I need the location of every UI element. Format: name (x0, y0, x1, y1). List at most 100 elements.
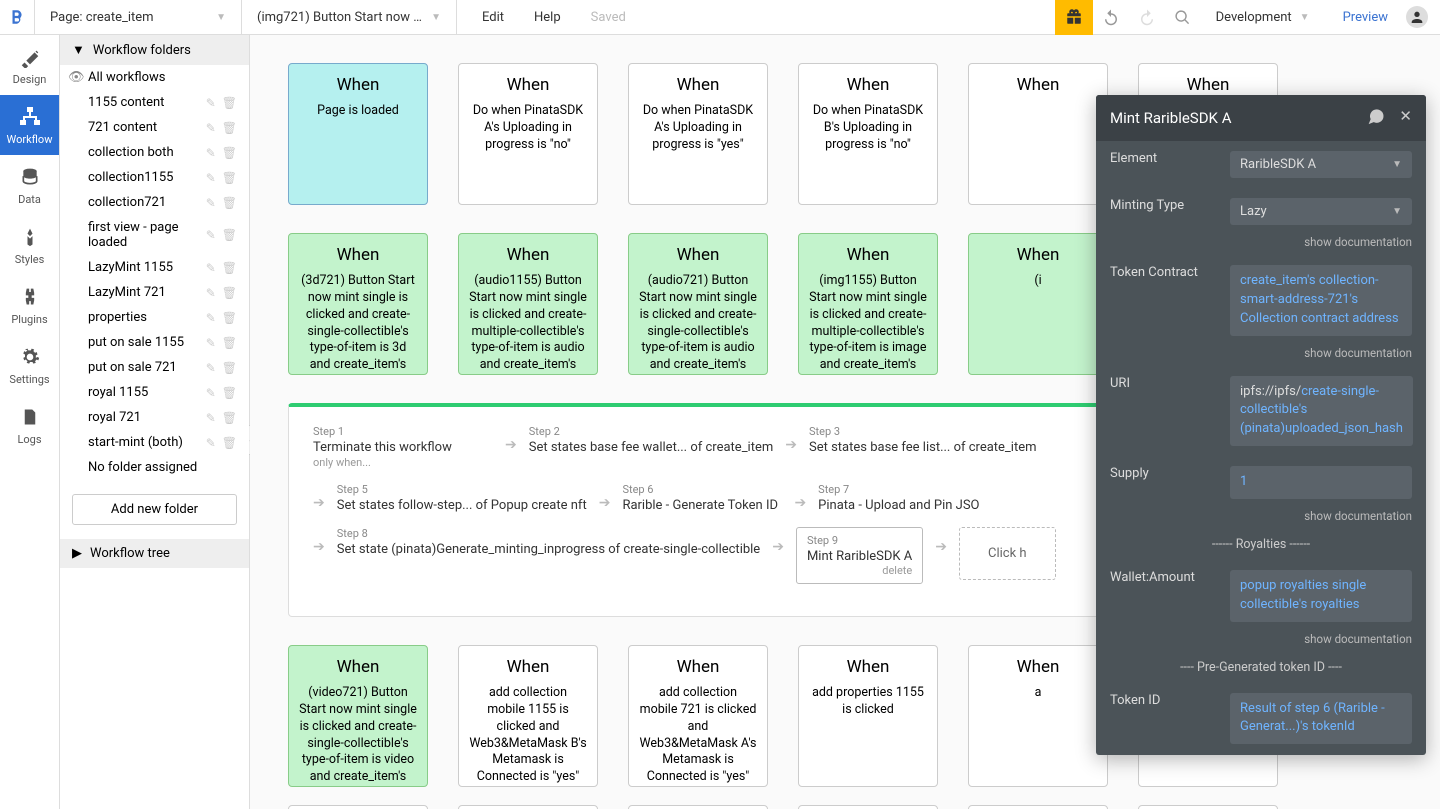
avatar[interactable] (1406, 6, 1428, 28)
show-documentation[interactable]: show documentation (1096, 754, 1426, 755)
edit-icon[interactable]: ✎ (206, 196, 216, 210)
property-panel[interactable]: Mint RaribleSDK A ✕ ElementRaribleSDK A▼… (1096, 95, 1426, 755)
trash-icon[interactable]: 🗑 (222, 411, 237, 425)
trash-icon[interactable]: 🗑 (222, 311, 237, 325)
step-3[interactable]: Step 3Set states base fee list... of cre… (809, 425, 1037, 455)
trash-icon[interactable]: 🗑 (222, 261, 237, 275)
show-documentation[interactable]: show documentation (1096, 509, 1426, 529)
wallet-amount-input[interactable]: popup royalties single collectible's roy… (1230, 570, 1412, 622)
sidebar-folder-item[interactable]: first view - page loaded✎🗑 (60, 215, 249, 255)
show-documentation[interactable]: show documentation (1096, 346, 1426, 366)
edit-icon[interactable]: ✎ (206, 436, 216, 450)
sidebar-folder-item[interactable]: 721 content✎🗑 (60, 115, 249, 140)
workflow-card[interactable] (798, 805, 938, 809)
close-icon[interactable]: ✕ (1399, 107, 1412, 129)
undo-icon[interactable] (1093, 0, 1129, 35)
menu-help[interactable]: Help (534, 10, 561, 25)
edit-icon[interactable]: ✎ (206, 228, 216, 242)
gift-icon[interactable] (1055, 0, 1093, 35)
trash-icon[interactable]: 🗑 (222, 121, 237, 135)
rail-plugins[interactable]: Plugins (0, 275, 59, 335)
workflow-card[interactable] (628, 805, 768, 809)
trash-icon[interactable]: 🗑 (222, 196, 237, 210)
sidebar-folder-item[interactable]: 1155 content✎🗑 (60, 90, 249, 115)
add-step[interactable]: Click h (959, 527, 1056, 580)
edit-icon[interactable]: ✎ (206, 336, 216, 350)
supply-input[interactable]: 1 (1230, 466, 1412, 499)
minting-type-select[interactable]: Lazy▼ (1230, 198, 1412, 225)
edit-icon[interactable]: ✎ (206, 411, 216, 425)
rail-styles[interactable]: Styles (0, 215, 59, 275)
trash-icon[interactable]: 🗑 (222, 228, 237, 242)
element-select[interactable]: RaribleSDK A▼ (1230, 151, 1412, 178)
step-8[interactable]: Step 8Set state (pinata)Generate_minting… (337, 527, 760, 557)
workflow-card[interactable]: When(i (968, 233, 1108, 375)
rail-design[interactable]: Design (0, 35, 59, 95)
sidebar-folder-item[interactable]: No folder assigned (60, 455, 249, 480)
workflow-card[interactable]: Whenadd properties 1155 is clicked (798, 645, 938, 787)
workflow-card[interactable]: Whenadd collection mobile 1155 is clicke… (458, 645, 598, 787)
workflow-card[interactable]: WhenDo when PinataSDK B's Uploading in p… (798, 63, 938, 205)
workflow-card[interactable]: Whenadd collection mobile 721 is clicked… (628, 645, 768, 787)
redo-icon[interactable] (1129, 0, 1165, 35)
comment-icon[interactable] (1367, 107, 1385, 129)
step-6[interactable]: Step 6Rarible - Generate Token ID (622, 483, 782, 513)
sidebar-folder-item[interactable]: collection both✎🗑 (60, 140, 249, 165)
workflow-card[interactable] (1138, 805, 1278, 809)
trash-icon[interactable]: 🗑 (222, 286, 237, 300)
panel-header[interactable]: Mint RaribleSDK A ✕ (1096, 95, 1426, 141)
sidebar-folder-item[interactable]: properties✎🗑 (60, 305, 249, 330)
trash-icon[interactable]: 🗑 (222, 146, 237, 160)
edit-icon[interactable]: ✎ (206, 146, 216, 160)
sidebar-folder-item[interactable]: LazyMint 721✎🗑 (60, 280, 249, 305)
workflow-card[interactable]: WhenPage is loaded (288, 63, 428, 205)
folders-header[interactable]: ▼Workflow folders (60, 35, 249, 65)
sidebar-folder-item[interactable]: collection1155✎🗑 (60, 165, 249, 190)
page-dropdown[interactable]: Page: create_item ▼ (35, 0, 242, 34)
sidebar-folder-item[interactable]: put on sale 1155✎🗑 (60, 330, 249, 355)
step-5[interactable]: Step 5Set states follow-step... of Popup… (337, 483, 587, 513)
trash-icon[interactable]: 🗑 (222, 96, 237, 110)
workflow-card[interactable]: When(audio1155) Button Start now mint si… (458, 233, 598, 375)
rail-data[interactable]: Data (0, 155, 59, 215)
edit-icon[interactable]: ✎ (206, 171, 216, 185)
search-icon[interactable] (1165, 0, 1201, 35)
rail-workflow[interactable]: Workflow (0, 95, 59, 155)
environment-dropdown[interactable]: Development▼ (1201, 10, 1325, 25)
edit-icon[interactable]: ✎ (206, 361, 216, 375)
sidebar-folder-item[interactable]: royal 1155✎🗑 (60, 380, 249, 405)
workflow-card[interactable] (968, 805, 1108, 809)
show-documentation[interactable]: show documentation (1096, 632, 1426, 652)
workflow-card[interactable]: WhenDo when PinataSDK A's Uploading in p… (628, 63, 768, 205)
sidebar-all-workflows[interactable]: 👁All workflows (60, 65, 249, 90)
sidebar-folder-item[interactable]: collection721✎🗑 (60, 190, 249, 215)
edit-icon[interactable]: ✎ (206, 311, 216, 325)
sidebar-folder-item[interactable]: start-mint (both)✎🗑 (60, 430, 249, 455)
workflow-card[interactable]: Whena (968, 645, 1108, 787)
workflow-card[interactable]: When(audio721) Button Start now mint sin… (628, 233, 768, 375)
sidebar-folder-item[interactable]: put on sale 721✎🗑 (60, 355, 249, 380)
step-1[interactable]: Step 1Terminate this workflowonly when..… (313, 425, 493, 469)
workflow-card[interactable]: WhenDo when PinataSDK A's Uploading in p… (458, 63, 598, 205)
workflow-card[interactable]: When(video721) Button Start now mint sin… (288, 645, 428, 787)
trash-icon[interactable]: 🗑 (222, 171, 237, 185)
add-folder-button[interactable]: Add new folder (72, 494, 237, 525)
edit-icon[interactable]: ✎ (206, 261, 216, 275)
uri-input[interactable]: ipfs://ipfs/create-single-collectible's … (1230, 376, 1413, 447)
workflow-card[interactable] (458, 805, 598, 809)
step-9-selected[interactable]: Step 9Mint RaribleSDK Adelete (796, 527, 923, 584)
token-contract-input[interactable]: create_item's collection-smart-address-7… (1230, 265, 1412, 336)
edit-icon[interactable]: ✎ (206, 121, 216, 135)
tree-header[interactable]: ▶Workflow tree (60, 539, 249, 568)
sidebar-folder-item[interactable]: LazyMint 1155✎🗑 (60, 255, 249, 280)
logo[interactable] (0, 0, 35, 35)
rail-logs[interactable]: Logs (0, 395, 59, 455)
edit-icon[interactable]: ✎ (206, 96, 216, 110)
trash-icon[interactable]: 🗑 (222, 361, 237, 375)
element-dropdown[interactable]: (img721) Button Start now mint … ▼ (242, 0, 457, 34)
preview-link[interactable]: Preview (1325, 10, 1406, 25)
menu-edit[interactable]: Edit (482, 10, 504, 25)
delete-step[interactable]: delete (807, 564, 912, 577)
workflow-card[interactable] (288, 805, 428, 809)
workflow-card[interactable]: When (968, 63, 1108, 205)
